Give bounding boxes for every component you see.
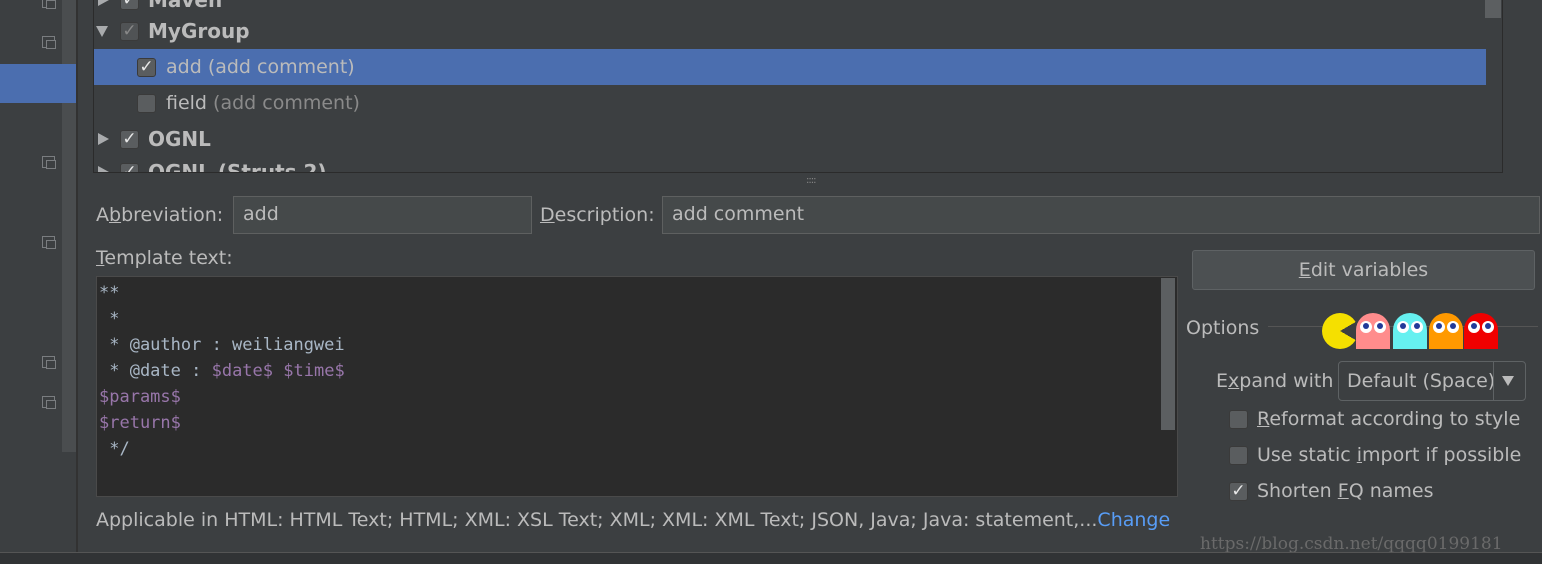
group-checkbox[interactable]: ✓ [120, 21, 139, 41]
template-variable: $params$ [99, 387, 181, 407]
code-line: * [99, 306, 345, 332]
code-line: */ [99, 436, 345, 462]
sidebar-item-selected[interactable] [0, 64, 76, 103]
tree-item-field[interactable]: field (add comment) [94, 85, 1486, 121]
group-checkbox[interactable]: ✓ [120, 162, 139, 172]
copy-icon [42, 356, 56, 369]
template-code[interactable]: ** * * @author : weiliangwei * @date : $… [99, 280, 345, 462]
item-hint: (add comment) [213, 92, 360, 114]
expand-arrow-icon[interactable] [98, 133, 109, 145]
template-variable: $time$ [283, 361, 345, 381]
tree-group-mygroup[interactable]: ✓ MyGroup [94, 13, 1486, 49]
ghost-icon [1356, 313, 1390, 349]
code-line: $return$ [99, 410, 345, 436]
chevron-down-icon[interactable] [1502, 376, 1514, 386]
copy-icon [42, 0, 56, 9]
abbreviation-label: Abbreviation: [96, 204, 224, 226]
edit-variables-button[interactable]: Edit variables [1192, 250, 1535, 290]
code-text: * @date : [99, 361, 212, 381]
divider [1502, 0, 1503, 173]
code-text: ** [99, 283, 120, 303]
code-text: */ [99, 439, 130, 459]
code-line: ** [99, 280, 345, 306]
expand-arrow-icon[interactable] [98, 166, 109, 172]
ghost-icon [1464, 313, 1498, 349]
static-import-label: Use static import if possible [1257, 444, 1522, 466]
static-import-checkbox[interactable] [1229, 446, 1248, 465]
expand-with-value: Default (Space) [1347, 370, 1496, 392]
pacman-icon [1322, 313, 1358, 349]
template-variable: $date$ [211, 361, 274, 381]
template-text-label: Template text: [96, 247, 233, 269]
group-checkbox[interactable]: ✓ [120, 0, 139, 10]
item-name: add [166, 56, 202, 78]
copy-icon [42, 236, 56, 249]
pacman-ghosts-decoration [1320, 0, 1500, 349]
reformat-label: Reformat according to style [1257, 408, 1521, 430]
applicable-text: Applicable in HTML: HTML Text; HTML; XML… [96, 509, 1098, 531]
template-text-editor[interactable]: ** * * @author : weiliangwei * @date : $… [96, 276, 1178, 497]
shorten-fq-label: Shorten FQ names [1257, 480, 1434, 502]
options-title: Options [1186, 317, 1260, 339]
watermark: https://blog.csdn.net/qqqq0199181 [1200, 534, 1503, 554]
copy-icon [42, 156, 56, 169]
shorten-fq-checkbox[interactable]: ✓ [1229, 482, 1248, 501]
code-text: * @author : weiliangwei [99, 335, 345, 355]
editor-scrollbar[interactable] [1161, 278, 1175, 430]
group-checkbox[interactable]: ✓ [120, 129, 139, 149]
live-templates-tree: ✓ Maven ✓ MyGroup ✓ add (add comment) fi… [93, 0, 1503, 173]
copy-icon [42, 36, 56, 49]
expand-with-label: Expand with [1216, 370, 1334, 392]
change-link[interactable]: Change [1097, 509, 1170, 531]
code-line: * @date : $date$ $time$ [99, 358, 345, 384]
item-hint: (add comment) [207, 56, 355, 78]
divider [1493, 362, 1494, 400]
expand-arrow-icon[interactable] [98, 0, 109, 6]
bottom-bar [0, 552, 1542, 564]
abbreviation-input[interactable]: add [233, 196, 532, 234]
splitter-handle[interactable]: :::: [806, 175, 817, 186]
tree-item-add[interactable]: ✓ add (add comment) [94, 49, 1486, 85]
item-name: field [166, 92, 207, 114]
item-checkbox[interactable] [137, 93, 156, 113]
tree-scrollbar[interactable] [1485, 0, 1501, 18]
expand-with-select[interactable]: Default (Space) [1338, 361, 1526, 401]
copy-icon [42, 396, 56, 409]
item-checkbox[interactable]: ✓ [137, 57, 156, 77]
code-text: * [99, 309, 120, 329]
tree-group-ognl[interactable]: ✓ OGNL [94, 121, 1486, 157]
description-label: Description: [540, 204, 655, 226]
template-variable: $return$ [99, 413, 181, 433]
tree-group-ognl-struts[interactable]: ✓ OGNL (Struts 2) [94, 154, 1486, 172]
code-line: * @author : weiliangwei [99, 332, 345, 358]
applicable-contexts: Applicable in HTML: HTML Text; HTML; XML… [96, 509, 1170, 531]
description-input[interactable]: add comment [662, 196, 1540, 234]
ghost-icon [1393, 313, 1427, 349]
divider [76, 0, 78, 552]
ghost-icon [1429, 313, 1463, 349]
reformat-checkbox[interactable] [1229, 410, 1248, 429]
collapse-arrow-icon[interactable] [96, 25, 108, 37]
code-line: $params$ [99, 384, 345, 410]
